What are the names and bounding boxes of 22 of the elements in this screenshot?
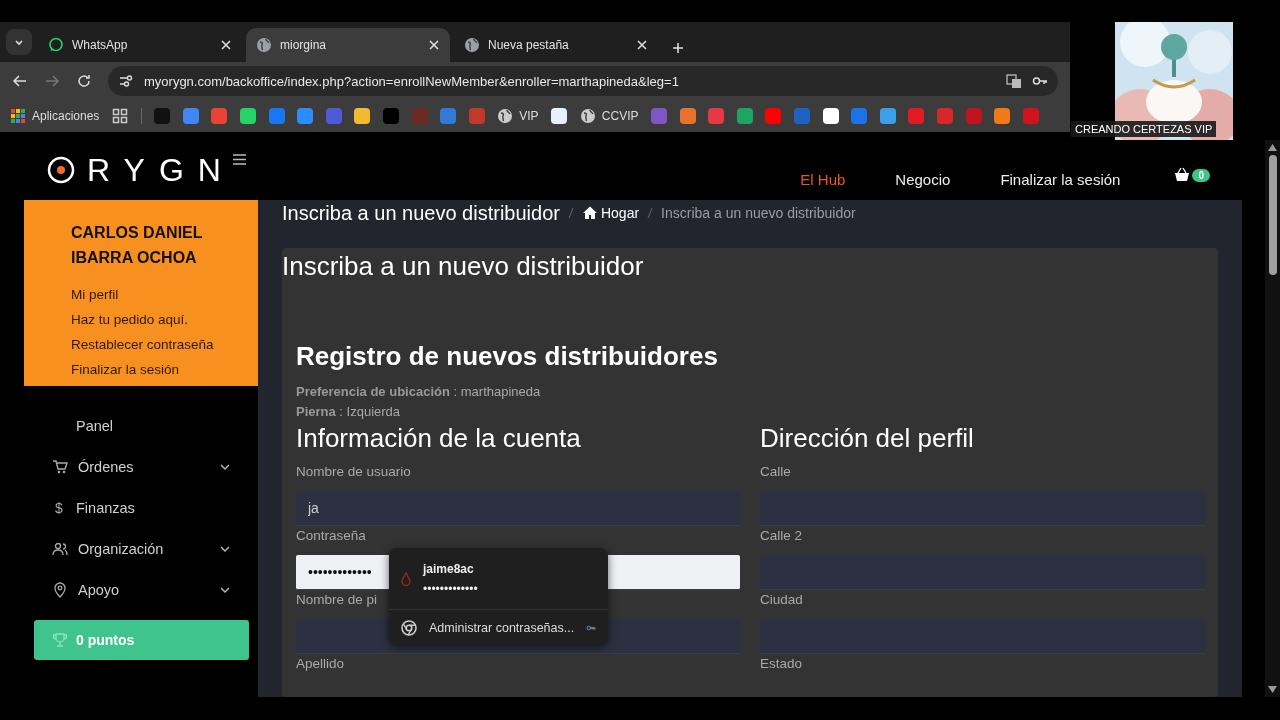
field-label: Nombre de pi — [296, 591, 378, 609]
field-label: Calle 2 — [760, 527, 803, 545]
field-label: Ciudad — [760, 591, 803, 609]
user-name: CARLOS DANIEL IBARRA OCHOA — [71, 223, 204, 268]
form-title: Registro de nuevos distribuidores — [296, 340, 719, 372]
video-caption: CREANDO CERTEZAS VIP — [1071, 121, 1217, 137]
logo-text: RYGN — [87, 151, 235, 189]
field-label: Calle — [760, 463, 791, 481]
field-label: Estado — [760, 655, 803, 673]
card-title: Inscriba a un nuevo distribuidor — [282, 250, 645, 282]
page-heading: Inscriba a un nuevo distribuidor — [282, 201, 560, 225]
cart-count-badge: 0 — [1192, 168, 1210, 182]
dollar-icon: $ — [52, 499, 66, 516]
field-label: Nombre de usuario — [296, 463, 411, 481]
info-line: Preferencia de ubicación : marthapineda — [296, 383, 542, 401]
field-label: Apellido — [296, 655, 345, 673]
saved-password: ••••••••••••• — [423, 581, 478, 596]
info-line: Pierna : Izquierda — [296, 403, 402, 421]
saved-username: jaime8ac — [423, 561, 475, 576]
field-label: Contraseña — [296, 527, 366, 545]
section-title: Dirección del perfil — [760, 422, 975, 454]
section-title: Información de la cuenta — [296, 422, 582, 454]
